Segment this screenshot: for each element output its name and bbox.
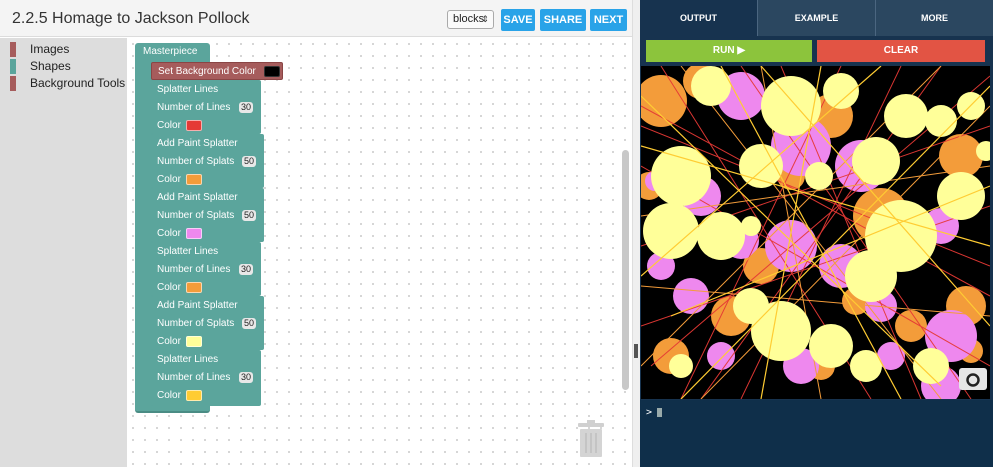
next-button[interactable]: NEXT [590,9,627,31]
splitter-handle-icon[interactable] [634,344,638,358]
app-window: 2.2.5 Homage to Jackson Pollock blocks ⇕… [0,0,993,467]
set-background-color-block[interactable]: Set Background Color [151,62,283,80]
block-label: Set Background Color [158,66,256,77]
block-title: Add Paint Splatter [157,138,238,149]
output-pane: OUTPUT EXAMPLE MORE RUN ▶ CLEAR > [640,0,993,467]
tab-output[interactable]: OUTPUT [640,0,757,36]
add-paint-splatter-block[interactable]: Add Paint Splatter Number of Splats 50 C… [151,134,264,188]
output-tabs: OUTPUT EXAMPLE MORE [640,0,993,36]
run-button[interactable]: RUN ▶ [646,40,812,62]
color-chip[interactable] [186,120,202,131]
code-editor: 2.2.5 Homage to Jackson Pollock blocks ⇕… [0,0,632,467]
mode-select[interactable]: blocks ⇕ [447,10,494,29]
masterpiece-label: Masterpiece [143,46,198,57]
lines-number-field[interactable]: 30 [239,264,254,275]
camera-icon[interactable] [959,368,987,390]
lesson-title: 2.2.5 Homage to Jackson Pollock [12,10,250,27]
block-color-label: Color [157,390,181,401]
color-chip[interactable] [186,282,202,293]
block-color-label: Color [157,336,181,347]
color-chip[interactable] [186,174,202,185]
splatter-lines-block[interactable]: Splatter Lines Number of Lines 30 Color [151,350,261,406]
pane-splitter[interactable] [632,0,640,467]
category-color-swatch [10,76,16,91]
category-label: Shapes [30,59,71,73]
color-chip[interactable] [186,336,202,347]
splats-number-field[interactable]: 50 [242,156,257,167]
lines-number-field[interactable]: 30 [239,102,254,113]
add-paint-splatter-block[interactable]: Add Paint Splatter Number of Splats 50 C… [151,188,264,242]
save-button[interactable]: SAVE [501,9,535,31]
workspace-scrollbar[interactable] [622,150,629,390]
block-param-label: Number of Splats [157,156,235,167]
category-label: Images [30,42,70,56]
add-paint-splatter-block[interactable]: Add Paint Splatter Number of Splats 50 C… [151,296,264,350]
output-canvas [641,66,990,399]
block-title: Splatter Lines [157,354,219,365]
block-toolbox: Images Shapes Background Tools [0,38,127,467]
toolbox-category-images[interactable]: Images [10,41,125,58]
console[interactable]: > [640,400,993,467]
toolbox-category-shapes[interactable]: Shapes [10,58,125,75]
color-chip[interactable] [186,390,202,401]
share-button[interactable]: SHARE [540,9,586,31]
block-color-label: Color [157,174,181,185]
category-color-swatch [10,42,16,57]
block-title: Add Paint Splatter [157,300,238,311]
editor-toolbar: 2.2.5 Homage to Jackson Pollock blocks ⇕… [0,0,632,37]
clear-button[interactable]: CLEAR [817,40,985,62]
splatter-lines-block[interactable]: Splatter Lines Number of Lines 30 Color [151,242,261,296]
tab-example[interactable]: EXAMPLE [757,0,875,36]
splatter-lines-block[interactable]: Splatter Lines Number of Lines 30 Color [151,80,261,134]
pollock-painting [641,66,990,399]
block-param-label: Number of Lines [157,102,231,113]
console-prompt: > [646,407,653,418]
block-title: Add Paint Splatter [157,192,238,203]
mode-select-value: blocks [453,13,485,25]
block-color-label: Color [157,282,181,293]
block-param-label: Number of Lines [157,372,231,383]
splats-number-field[interactable]: 50 [242,318,257,329]
category-color-swatch [10,59,16,74]
block-param-label: Number of Lines [157,264,231,275]
select-arrows-icon: ⇕ [481,14,489,24]
category-label: Background Tools [30,76,126,90]
lines-number-field[interactable]: 30 [239,372,254,383]
block-color-label: Color [157,228,181,239]
color-chip[interactable] [186,228,202,239]
console-cursor [657,408,662,417]
block-color-label: Color [157,120,181,131]
tab-more[interactable]: MORE [875,0,993,36]
block-title: Splatter Lines [157,246,219,257]
block-param-label: Number of Splats [157,210,235,221]
toolbox-category-background-tools[interactable]: Background Tools [10,75,125,92]
background-color-chip[interactable] [264,66,280,77]
block-param-label: Number of Splats [157,318,235,329]
splats-number-field[interactable]: 50 [242,210,257,221]
trash-icon[interactable] [576,419,606,457]
block-title: Splatter Lines [157,84,219,95]
